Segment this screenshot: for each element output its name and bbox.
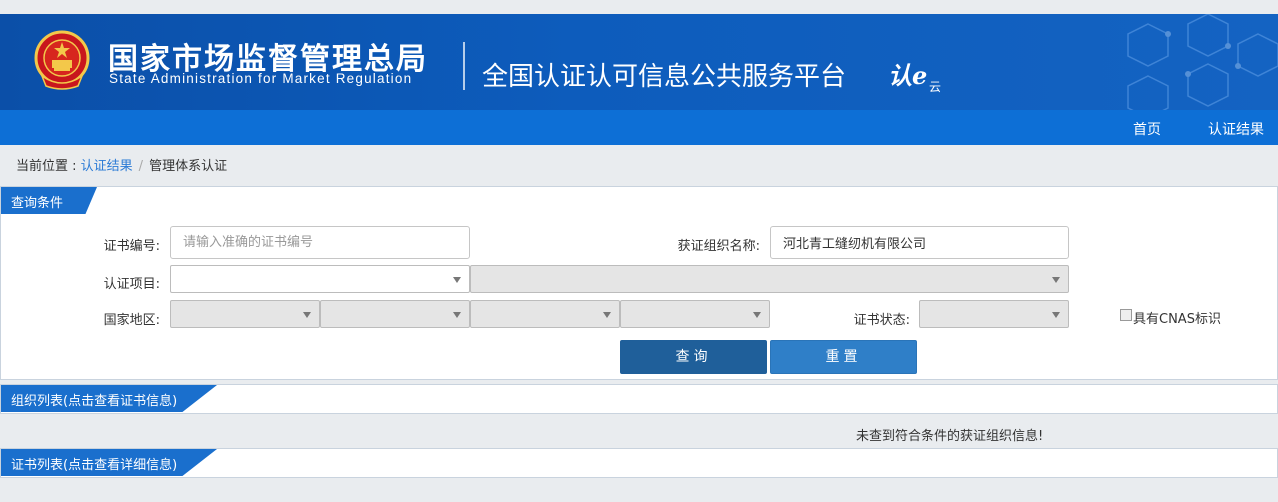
cert-status-select[interactable] xyxy=(919,300,1069,328)
cert-list-title: 证书列表(点击查看详细信息) xyxy=(1,449,217,476)
platform-logo-sub: 云 xyxy=(929,80,942,94)
region-select-1[interactable] xyxy=(170,300,320,328)
chevron-down-icon xyxy=(603,312,611,318)
chevron-down-icon xyxy=(753,312,761,318)
platform-title: 全国认证认可信息公共服务平台 xyxy=(482,62,847,92)
chevron-down-icon xyxy=(1052,312,1060,318)
region-select-3[interactable] xyxy=(470,300,620,328)
chevron-down-icon xyxy=(453,312,461,318)
platform-logo: 认e xyxy=(888,61,928,90)
query-button[interactable]: 查询 xyxy=(620,340,767,374)
cert-subitem-select[interactable] xyxy=(470,265,1069,293)
agency-name-en: State Administration for Market Regulati… xyxy=(109,71,413,86)
org-list-title: 组织列表(点击查看证书信息) xyxy=(1,385,217,412)
site-header: 国家市场监督管理总局 State Administration for Mark… xyxy=(0,14,1278,110)
breadcrumb-link-results[interactable]: 认证结果 xyxy=(81,159,133,174)
reset-button[interactable]: 重置 xyxy=(770,340,917,374)
breadcrumb-current: 管理体系认证 xyxy=(149,159,228,174)
region-select-2[interactable] xyxy=(320,300,470,328)
national-emblem-icon xyxy=(34,30,90,90)
cert-no-label: 证书编号: xyxy=(103,239,160,254)
query-panel-title: 查询条件 xyxy=(1,187,97,214)
header-divider xyxy=(463,42,465,90)
cert-list-panel: 证书列表(点击查看详细信息) xyxy=(0,448,1278,478)
main-navbar: 首页 认证结果 xyxy=(0,110,1278,145)
cert-item-label: 认证项目: xyxy=(103,277,160,292)
hexagon-pattern-icon xyxy=(1127,14,1278,110)
org-list-panel: 组织列表(点击查看证书信息) xyxy=(0,384,1278,414)
breadcrumb: 当前位置 : 认证结果 / 管理体系认证 xyxy=(16,155,227,174)
org-name-label: 获证组织名称: xyxy=(677,239,760,254)
nav-home-link[interactable]: 首页 xyxy=(1133,119,1161,139)
org-list-empty-message: 未查到符合条件的获证组织信息! xyxy=(856,429,1044,444)
cnas-checkbox[interactable] xyxy=(1120,309,1132,321)
region-label: 国家地区: xyxy=(103,313,160,328)
org-name-input[interactable] xyxy=(770,226,1069,259)
breadcrumb-prefix: 当前位置 : xyxy=(16,159,81,174)
cert-item-select[interactable] xyxy=(170,265,470,293)
nav-results-link[interactable]: 认证结果 xyxy=(1208,119,1264,139)
cert-status-label: 证书状态: xyxy=(853,313,910,328)
breadcrumb-separator: / xyxy=(138,159,144,174)
cert-no-input[interactable] xyxy=(170,226,470,259)
chevron-down-icon xyxy=(303,312,311,318)
chevron-down-icon xyxy=(453,277,461,283)
cnas-label: 具有CNAS标识 xyxy=(1133,312,1221,327)
chevron-down-icon xyxy=(1052,277,1060,283)
region-select-4[interactable] xyxy=(620,300,770,328)
